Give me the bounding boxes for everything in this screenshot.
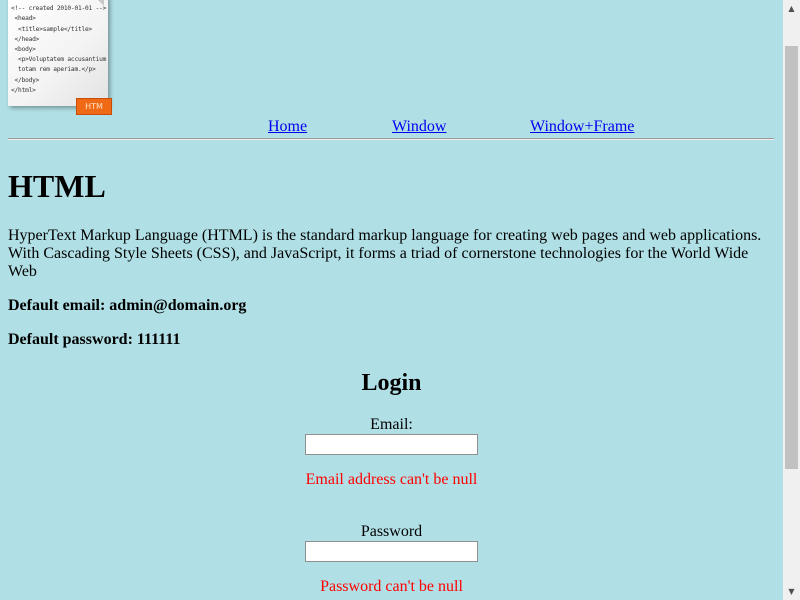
page: <html> <!-- created 2010-01-01 --> <head… xyxy=(0,0,783,600)
vertical-scrollbar[interactable]: ▲ ▼ xyxy=(783,0,800,600)
nav-link-window[interactable]: Window xyxy=(392,118,446,136)
default-email-text: Default email: admin@domain.org xyxy=(8,297,247,314)
logo-code: <html> <!-- created 2010-01-01 --> <head… xyxy=(11,0,107,94)
login-form: Login xyxy=(0,369,783,397)
nav-divider xyxy=(8,138,774,140)
page-title: HTML xyxy=(8,168,106,204)
logo-badge: HTM xyxy=(76,98,112,115)
login-heading: Login xyxy=(361,370,422,396)
nav-link-home[interactable]: Home xyxy=(268,118,307,136)
page-description: HyperText Markup Language (HTML) is the … xyxy=(8,227,762,280)
nav-link-window-frame[interactable]: Window+Frame xyxy=(530,118,634,136)
logo-page-fold xyxy=(92,0,104,6)
default-password-text: Default password: 111111 xyxy=(8,331,181,348)
email-field[interactable] xyxy=(305,434,478,455)
scrollbar-thumb[interactable] xyxy=(785,46,798,469)
arrow-down-icon[interactable]: ▼ xyxy=(783,583,800,600)
arrow-up-icon[interactable]: ▲ xyxy=(783,0,800,17)
logo-sheet: <html> <!-- created 2010-01-01 --> <head… xyxy=(8,0,108,106)
email-label: Email: xyxy=(370,416,413,433)
password-field[interactable] xyxy=(305,541,478,562)
password-label: Password xyxy=(360,523,423,540)
email-error-message: Email address can't be null xyxy=(305,471,478,488)
top-nav: Home Window Window+Frame xyxy=(0,118,783,138)
password-error-message: Password can't be null xyxy=(320,578,463,595)
html-file-icon: <html> <!-- created 2010-01-01 --> <head… xyxy=(8,0,112,115)
